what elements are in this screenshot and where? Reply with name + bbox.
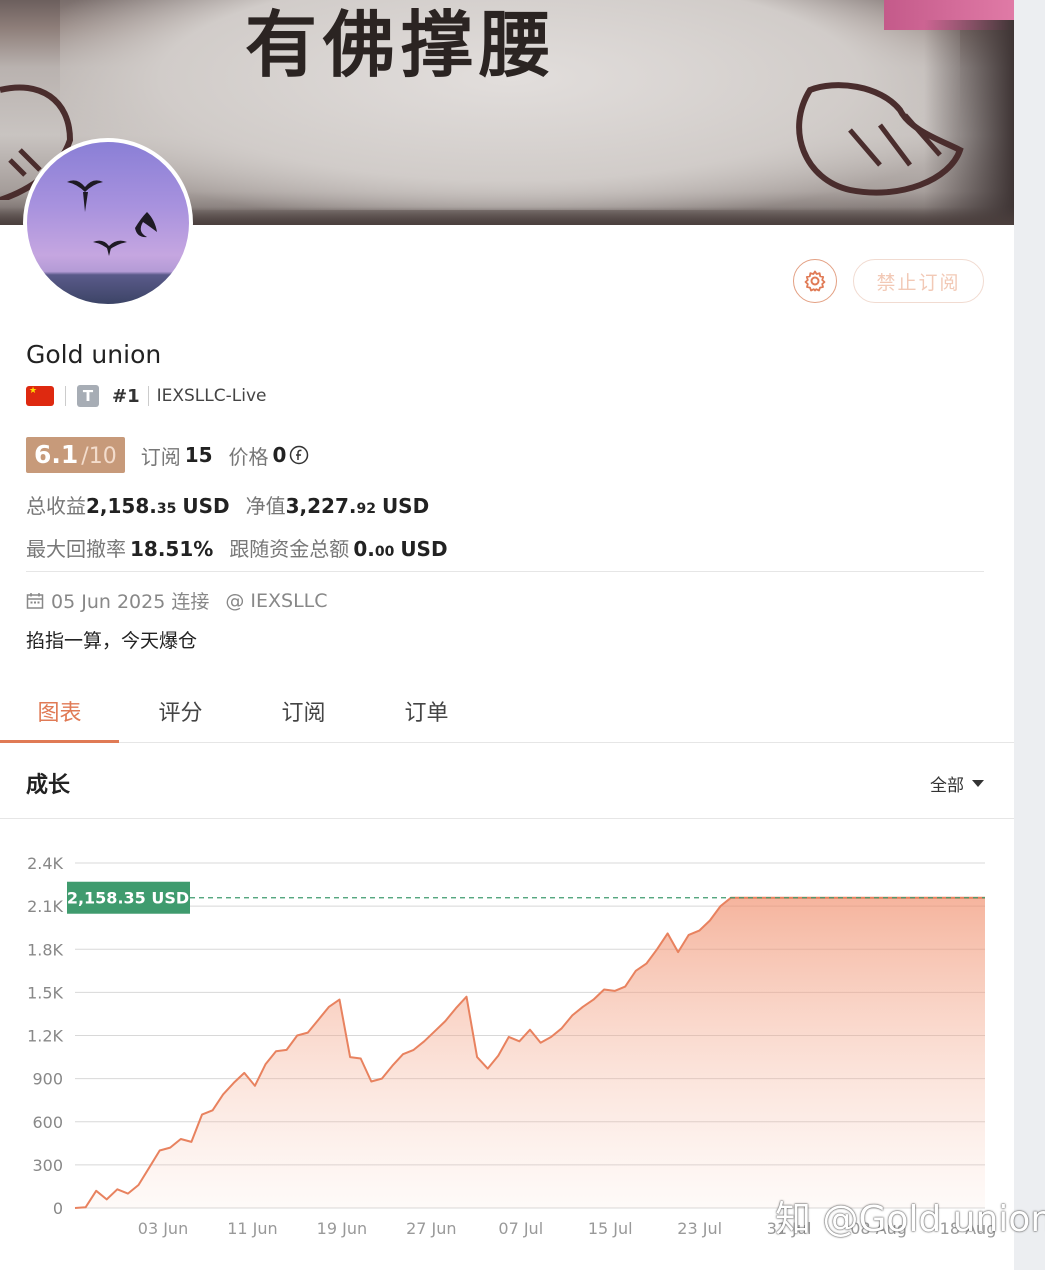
gear-icon — [804, 270, 826, 292]
tab-bar: 图表 评分 订阅 订单 — [0, 680, 1014, 743]
total-profit-dec: 35 — [156, 501, 177, 517]
calendar-icon — [26, 592, 44, 609]
subscribe-button-disabled[interactable]: 禁止订阅 — [853, 259, 984, 303]
settings-button[interactable] — [793, 259, 837, 303]
equity-int: 3,227. — [285, 494, 357, 518]
avatar[interactable] — [23, 138, 193, 308]
tab-orders[interactable]: 订单 — [367, 680, 486, 742]
profile-name: Gold union — [26, 340, 162, 369]
follower-funds-dec: 00 — [374, 544, 395, 560]
watermark: 知 @Gold union — [775, 1199, 1045, 1240]
y-tick-label: 1.2K — [27, 1027, 63, 1046]
follower-funds-label: 跟随资金总额 — [229, 537, 350, 561]
y-tick-label: 0 — [53, 1199, 63, 1218]
max-drawdown-label: 最大回撤率 — [26, 537, 126, 561]
chart-title: 成长 — [26, 773, 71, 798]
y-tick-label: 1.5K — [27, 983, 63, 1002]
bio-text: 掐指一算，今天爆仓 — [26, 630, 198, 652]
wing-right-drawing — [796, 82, 964, 196]
area-fill — [75, 897, 985, 1208]
equity-dec: 92 — [356, 501, 376, 517]
account-type-badge: T — [77, 385, 99, 407]
connection-info: 05 Jun 2025 连接 @ IEXSLLC — [26, 587, 328, 614]
tab-chart[interactable]: 图表 — [0, 680, 119, 743]
y-tick-label: 900 — [32, 1070, 63, 1089]
divider — [65, 386, 66, 406]
rating-score: 6.1 — [34, 440, 79, 469]
follower-funds-unit: USD — [400, 537, 448, 561]
current-value-label: 2,158.35 USD — [67, 889, 189, 908]
connected-date: 05 Jun 2025 连接 — [51, 591, 210, 613]
max-drawdown-value: 18.51% — [130, 537, 214, 561]
caret-down-icon — [972, 780, 984, 787]
rating-scale: /10 — [81, 444, 117, 469]
subscriptions-label: 订阅 — [140, 444, 181, 469]
total-profit-label: 总收益 — [26, 494, 86, 518]
profile-meta: ★ T #1 IEXSLLC-Live — [26, 382, 266, 410]
tab-rating[interactable]: 评分 — [121, 680, 240, 742]
subscriptions-value: 15 — [184, 443, 213, 467]
x-tick-label: 03 Jun — [138, 1219, 188, 1238]
stats-row-2: 总收益 2,158. 35 USD 净值 3,227. 92 USD — [26, 490, 429, 519]
divider — [26, 571, 984, 572]
scrollbar-track[interactable] — [1014, 0, 1045, 1270]
divider — [147, 386, 149, 406]
equity-unit: USD — [381, 494, 430, 518]
y-tick-label: 300 — [32, 1156, 63, 1175]
y-tick-label: 1.8K — [27, 940, 63, 959]
total-profit-unit: USD — [182, 494, 230, 518]
price-label: 价格 — [228, 444, 269, 469]
banner-text: 有佛撑腰 — [245, 3, 558, 87]
x-tick-label: 19 Jun — [317, 1219, 367, 1238]
follower-funds-int: 0. — [353, 537, 375, 561]
broker: @ IEXSLLC — [225, 589, 328, 612]
range-dropdown[interactable]: 全部 — [930, 771, 984, 796]
x-tick-label: 07 Jul — [498, 1219, 543, 1238]
rank: #1 — [112, 385, 140, 407]
x-tick-label: 27 Jun — [406, 1219, 456, 1238]
tab-subscriptions[interactable]: 订阅 — [244, 680, 363, 742]
stats-row-1: 6.1 /10 订阅 15 价格 0 — [26, 437, 309, 473]
chart-header: 成长 全部 — [0, 743, 1014, 819]
coin-icon — [290, 445, 309, 465]
stats-row-3: 最大回撤率 18.51% 跟随资金总额 0. 00 USD — [26, 533, 448, 562]
x-tick-label: 23 Jul — [677, 1219, 722, 1238]
china-flag-icon: ★ — [26, 386, 54, 406]
y-tick-label: 600 — [32, 1113, 63, 1132]
seagulls-image — [67, 180, 157, 256]
y-tick-label: 2.1K — [27, 897, 63, 916]
y-tick-label: 2.4K — [27, 854, 63, 873]
equity-label: 净值 — [245, 494, 286, 518]
server-name: IEXSLLC-Live — [156, 386, 267, 406]
range-value: 全部 — [930, 776, 964, 796]
x-tick-label: 15 Jul — [588, 1219, 633, 1238]
rating-badge: 6.1 /10 — [26, 437, 125, 473]
price-value: 0 — [272, 443, 287, 467]
x-tick-label: 11 Jun — [227, 1219, 277, 1238]
total-profit-int: 2,158. — [86, 494, 157, 518]
